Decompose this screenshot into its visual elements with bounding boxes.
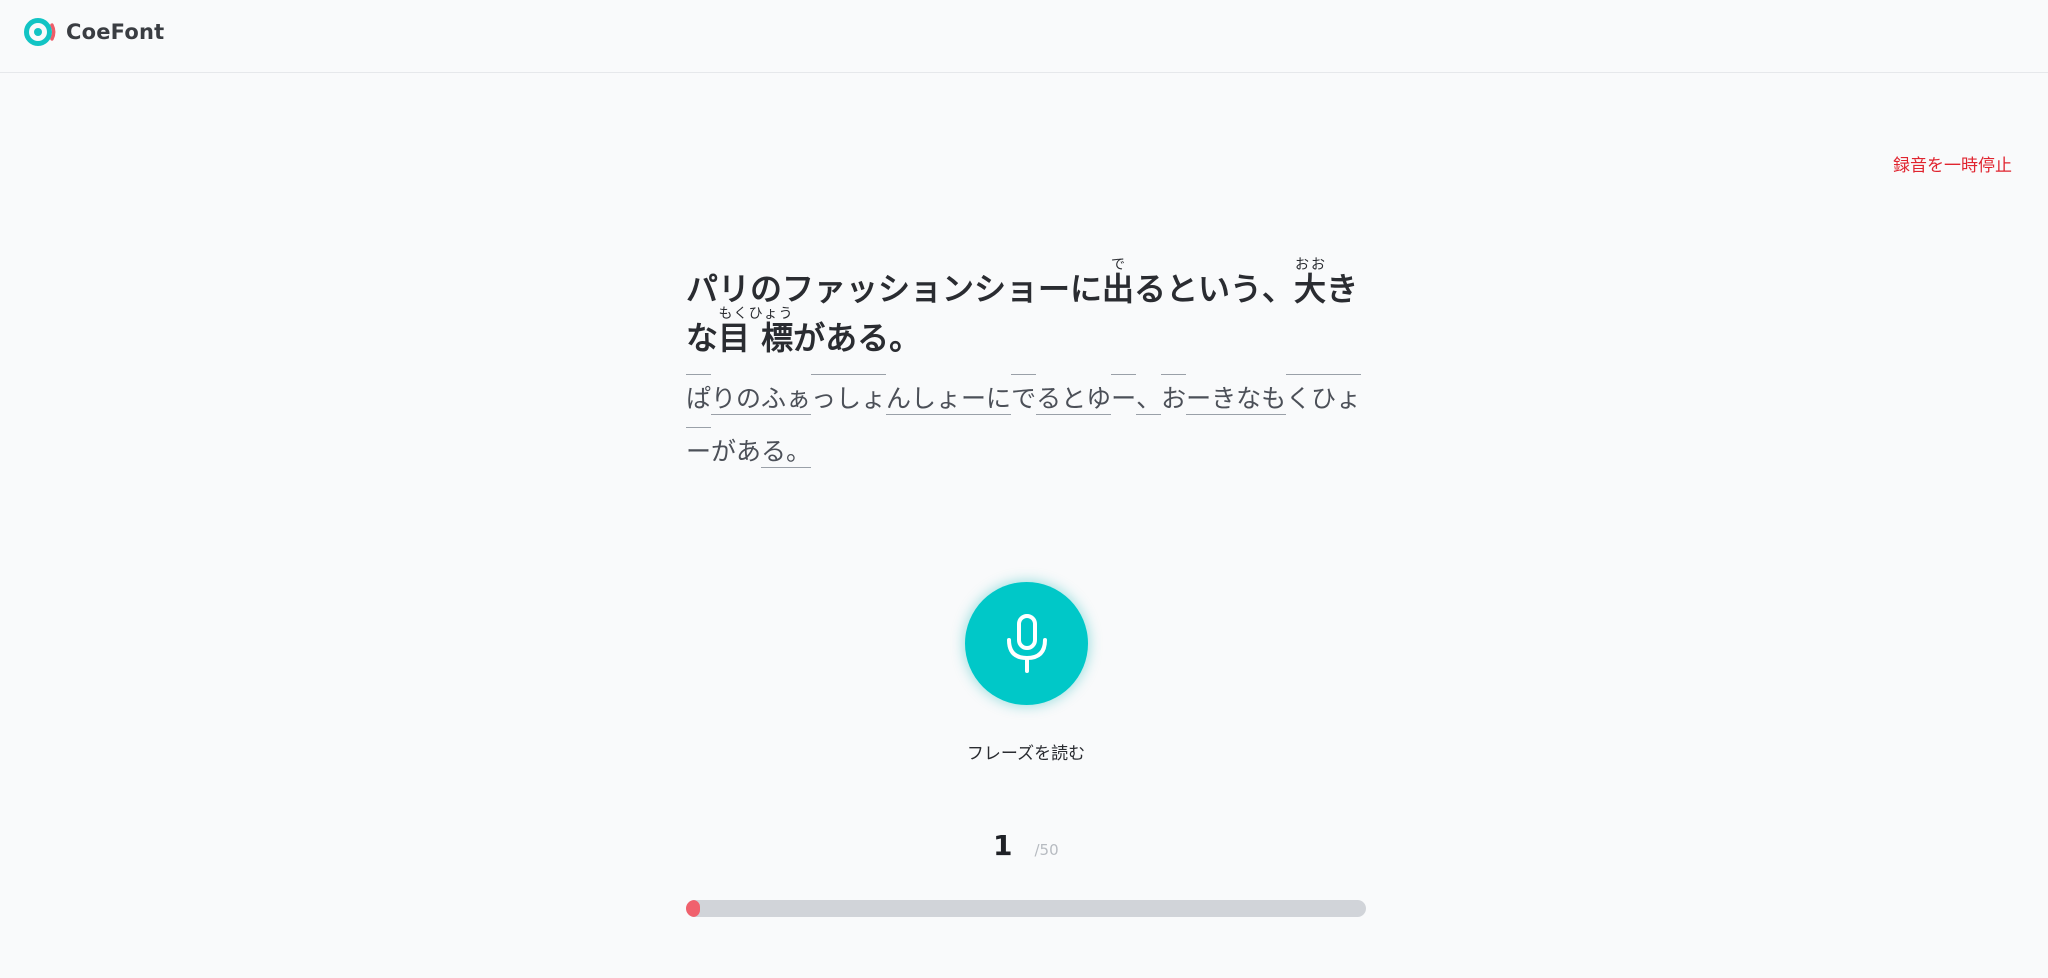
app-header: CoeFont [0, 0, 2048, 73]
brand-logo[interactable]: CoeFont [24, 17, 164, 47]
progress-bar-fill [686, 900, 700, 917]
phrase-segment: な [686, 319, 719, 357]
coefont-logo-icon [24, 18, 56, 46]
phrase-text: パリのファッションショーに出でるという、大おおき な目 標もくひょうがある。 [686, 246, 1376, 357]
progress-bar [686, 900, 1366, 917]
reading-segment: くひょ [1286, 372, 1362, 425]
total-phrase-count: /50 [1034, 841, 1059, 859]
record-phrase-button[interactable] [965, 582, 1088, 705]
reading-segment: ぱ [686, 372, 712, 425]
reading-segment: 、 [1136, 372, 1162, 425]
brand-name: CoeFont [66, 20, 165, 44]
reading-segment: お [1161, 372, 1187, 425]
reading-segment: りのふぁ [711, 372, 812, 425]
reading-segment: るとゆ [1036, 372, 1112, 425]
reading-segment: ーきなも [1186, 372, 1287, 425]
reading-segment: んしょーに [886, 372, 1012, 425]
current-phrase-number: 1 [993, 829, 1013, 862]
phrase-counter: 1 /50 [993, 829, 1059, 862]
pause-recording-button[interactable]: 録音を一時停止 [1893, 151, 2012, 176]
record-phrase-label: フレーズを読む [966, 744, 1086, 764]
phrase-line-2: な目 標もくひょうがある。 [686, 297, 1376, 357]
microphone-icon [1006, 613, 1047, 673]
reading-segment: があ [711, 437, 762, 466]
reading-segment: ー [686, 425, 712, 478]
reading-segment: る。 [761, 425, 812, 478]
phrase-ruby-mokuhyou: 目 標もくひょう [718, 306, 794, 357]
pitch-reading-text: ぱりのふぁっしょんしょーにでるとゆー、おーきなもくひょ ーがある。 [686, 372, 1376, 478]
reading-segment: で [1011, 372, 1037, 425]
phrase-segment: がある。 [793, 319, 922, 357]
phrase-line-1: パリのファッションショーに出でるという、大おおき [686, 246, 1376, 308]
reading-segment: ー [1111, 372, 1137, 425]
reading-segment: っしょ [811, 372, 887, 425]
